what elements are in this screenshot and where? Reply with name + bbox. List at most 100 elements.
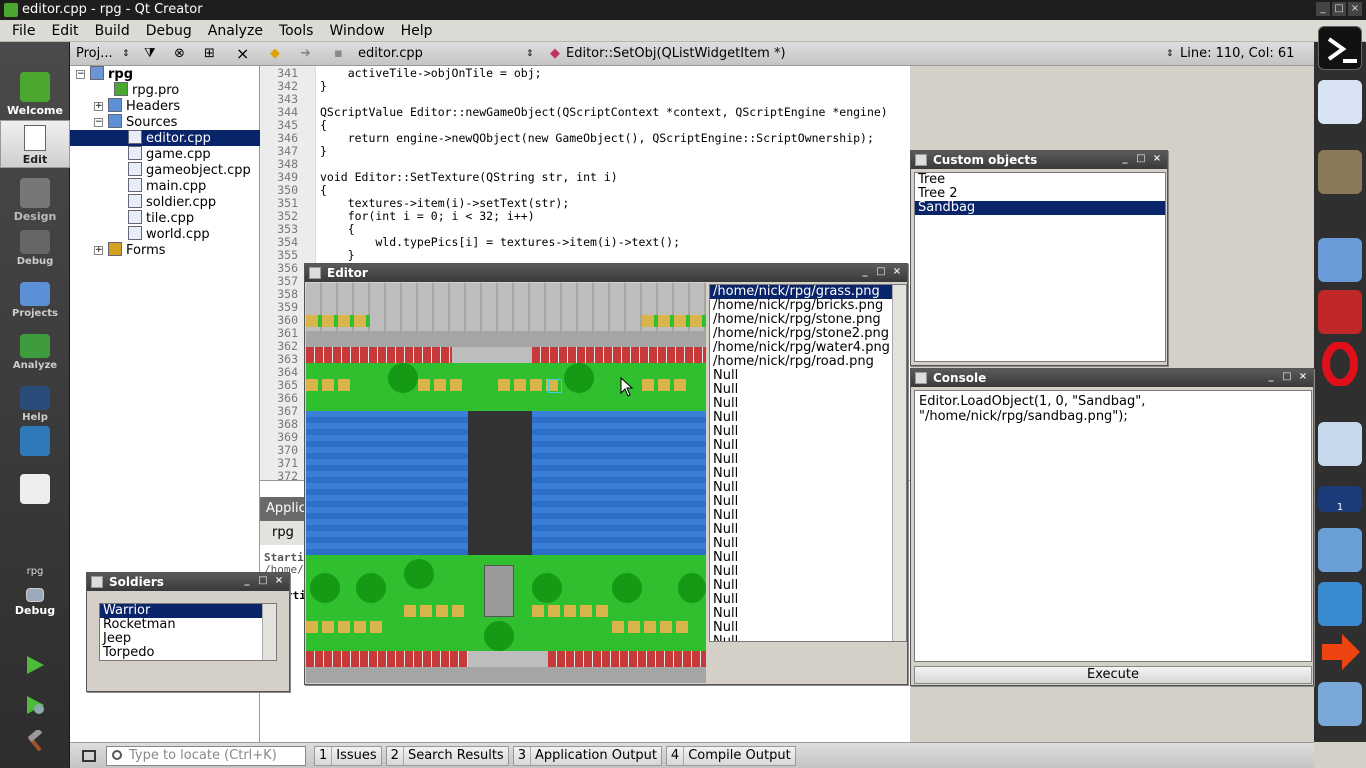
tree-item-soldier-cpp[interactable]: soldier.cpp [128, 194, 216, 210]
texture-item[interactable]: /home/nick/rpg/stone.png [710, 313, 892, 327]
scrollbar[interactable] [262, 604, 276, 660]
texture-item[interactable]: /home/nick/rpg/road.png [710, 355, 892, 369]
tree-item-world-cpp[interactable]: world.cpp [128, 226, 210, 242]
list-item[interactable]: Torpedo [100, 646, 276, 660]
menu-build[interactable]: Build [87, 23, 138, 39]
debug-run-button[interactable] [0, 694, 70, 719]
music-launcher[interactable] [0, 426, 70, 458]
menu-edit[interactable]: Edit [43, 23, 86, 39]
texture-item[interactable]: Null [710, 411, 892, 425]
close-button[interactable]: × [1348, 2, 1362, 16]
window-icon[interactable] [1318, 238, 1362, 282]
collapse-icon[interactable]: − [94, 118, 103, 127]
tab-issues[interactable]: 1 Issues [314, 745, 382, 766]
collapse-icon[interactable]: − [76, 70, 85, 79]
tree-item-headers[interactable]: Headers [108, 98, 180, 114]
tab-compile-output[interactable]: 4 Compile Output [665, 745, 796, 766]
map-editor-titlebar[interactable]: Editor _ □ × [305, 264, 907, 282]
tree-item-editor-cpp[interactable]: editor.cpp [70, 130, 260, 146]
texture-item[interactable]: Null [710, 453, 892, 467]
star-icon[interactable] [1318, 682, 1362, 726]
console-input[interactable]: Editor.LoadObject(1, 0, "Sandbag", "/hom… [914, 390, 1312, 662]
custom-objects-titlebar[interactable]: Custom objects _ □ × [911, 151, 1167, 169]
soldiers-titlebar[interactable]: Soldiers _ □ × [87, 573, 289, 591]
menu-tools[interactable]: Tools [271, 23, 322, 39]
execute-button[interactable]: Execute [914, 666, 1312, 684]
text-editor-launcher[interactable] [0, 474, 70, 506]
list-item[interactable]: Tree [915, 173, 1165, 187]
scrollbar[interactable] [892, 285, 906, 641]
close-button[interactable]: × [1297, 371, 1309, 383]
texture-item[interactable]: Null [710, 537, 892, 551]
list-item[interactable]: Rocketman [100, 618, 276, 632]
mode-debug[interactable]: Debug [0, 230, 70, 267]
java-icon[interactable] [1318, 290, 1362, 334]
split-icon[interactable]: ⊞ [204, 42, 215, 66]
tree-item-tile-cpp[interactable]: tile.cpp [128, 210, 194, 226]
back-arrow-icon[interactable]: ◆ [270, 42, 280, 66]
texture-item[interactable]: Null [710, 579, 892, 593]
expand-icon[interactable]: + [94, 102, 103, 111]
menu-help[interactable]: Help [393, 23, 441, 39]
tab-application-output[interactable]: 3 Application Output [512, 745, 662, 766]
tree-item-rpg[interactable]: rpg [90, 66, 133, 82]
list-item[interactable]: Jeep [100, 632, 276, 646]
list-item[interactable]: Tree 2 [915, 187, 1165, 201]
texture-item[interactable]: Null [710, 565, 892, 579]
minimize-button[interactable]: _ [241, 575, 253, 587]
function-selector[interactable]: Editor::SetObj(QListWidgetItem *) [566, 42, 786, 66]
tree-item-game-cpp[interactable]: game.cpp [128, 146, 211, 162]
toggle-sidebar-icon[interactable] [82, 749, 96, 762]
maximize-button[interactable]: □ [875, 266, 887, 278]
menu-window[interactable]: Window [321, 23, 392, 39]
texture-item[interactable]: Null [710, 439, 892, 453]
opera-icon[interactable] [1318, 341, 1362, 387]
texture-item[interactable]: /home/nick/rpg/water4.png [710, 341, 892, 355]
tree-item-rpg-pro[interactable]: rpg.pro [114, 82, 179, 98]
arrow-right-icon[interactable] [1318, 630, 1362, 674]
forward-arrow-icon[interactable]: ➜ [300, 42, 311, 66]
mode-welcome[interactable]: Welcome [0, 72, 70, 117]
tree-item-gameobject-cpp[interactable]: gameobject.cpp [128, 162, 251, 178]
list-item[interactable]: Sandbag [915, 201, 1165, 215]
tab-search-results[interactable]: 2 Search Results [385, 745, 509, 766]
mode-projects[interactable]: Projects [0, 282, 70, 319]
texture-item[interactable]: Null [710, 635, 892, 642]
minimize-button[interactable]: _ [859, 266, 871, 278]
menu-debug[interactable]: Debug [138, 23, 200, 39]
minimize-button[interactable]: _ [1265, 371, 1277, 383]
texture-item[interactable]: /home/nick/rpg/grass.png [710, 285, 892, 299]
menu-analyze[interactable]: Analyze [200, 23, 271, 39]
tree-item-forms[interactable]: Forms [108, 242, 166, 258]
bookmark-icon[interactable] [1318, 528, 1362, 572]
filter-icon[interactable]: ⧩ [144, 42, 156, 66]
texture-item[interactable]: /home/nick/rpg/stone2.png [710, 327, 892, 341]
run-button[interactable] [0, 654, 70, 679]
texture-item[interactable]: Null [710, 551, 892, 565]
maximize-button[interactable]: □ [1135, 153, 1147, 165]
texture-item[interactable]: Null [710, 383, 892, 397]
target-selector[interactable]: Debug [0, 588, 70, 617]
list-item[interactable]: Warrior [100, 604, 262, 618]
workspace-badge[interactable]: 1 [1318, 486, 1362, 513]
link-icon[interactable]: ⊗ [174, 42, 185, 66]
texture-item[interactable]: Null [710, 509, 892, 523]
drawing-icon[interactable] [1318, 422, 1362, 466]
texture-item[interactable]: Null [710, 621, 892, 635]
close-button[interactable]: × [891, 266, 903, 278]
texture-item[interactable]: Null [710, 481, 892, 495]
build-button[interactable] [0, 728, 70, 755]
texture-item[interactable]: Null [710, 593, 892, 607]
tree-item-sources[interactable]: Sources [108, 114, 177, 130]
mode-design[interactable]: Design [0, 178, 70, 223]
mode-analyze[interactable]: Analyze [0, 334, 70, 371]
refresh-icon[interactable] [1318, 582, 1362, 626]
close-button[interactable]: × [273, 575, 285, 587]
project-view-selector[interactable]: Proj... [76, 42, 113, 66]
minimize-button[interactable]: _ [1316, 2, 1330, 16]
texture-item[interactable]: Null [710, 425, 892, 439]
texture-item[interactable]: Null [710, 495, 892, 509]
maximize-button[interactable]: □ [1281, 371, 1293, 383]
maximize-button[interactable]: □ [1332, 2, 1346, 16]
mode-help[interactable]: Help [0, 386, 70, 423]
